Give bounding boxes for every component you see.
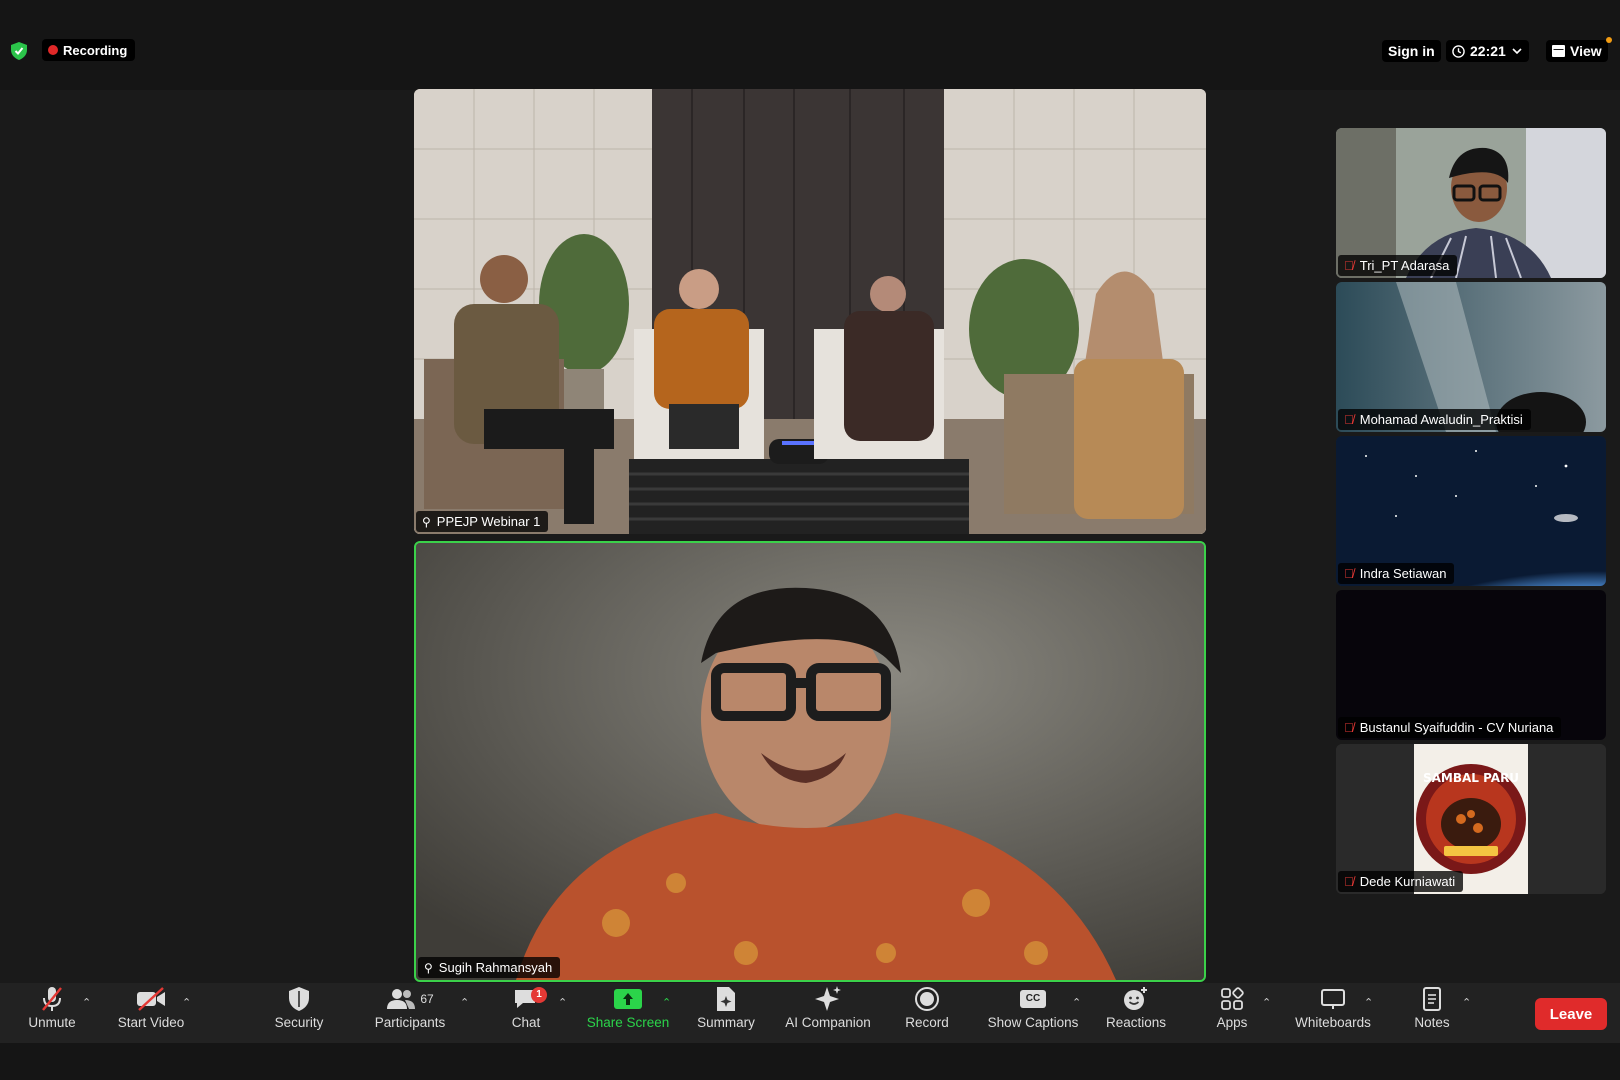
clock-icon xyxy=(1452,44,1465,58)
video-off-icon xyxy=(137,987,165,1011)
participants-options-chevron-icon[interactable]: ⌃ xyxy=(460,996,469,1009)
record-icon xyxy=(915,987,939,1011)
meeting-time: 22:21 xyxy=(1470,43,1506,59)
notes-label: Notes xyxy=(1414,1015,1450,1030)
record-label: Record xyxy=(905,1015,949,1030)
summary-label: Summary xyxy=(697,1015,755,1030)
show-captions-button[interactable]: CC Show Captions xyxy=(984,984,1082,1042)
muted-microphone-icon xyxy=(42,987,62,1011)
video-options-chevron-icon[interactable]: ⌃ xyxy=(182,996,191,1009)
muted-mic-icon: 🎙̸ xyxy=(1344,874,1354,889)
reactions-emoji-icon xyxy=(1124,987,1147,1010)
muted-mic-icon: 🎙̸ xyxy=(1344,412,1354,427)
record-button[interactable]: Record xyxy=(902,984,952,1042)
video-tile-ppejp-webinar[interactable]: ⚲ PPEJP Webinar 1 xyxy=(414,89,1206,534)
apps-label: Apps xyxy=(1216,1015,1248,1030)
chevron-down-icon[interactable] xyxy=(1511,45,1523,57)
notes-button[interactable]: Notes xyxy=(1412,984,1452,1042)
participant-name: Mohamad Awaludin_Praktisi xyxy=(1359,412,1523,427)
captions-options-chevron-icon[interactable]: ⌃ xyxy=(1072,996,1081,1009)
reactions-button[interactable]: Reactions xyxy=(1102,984,1170,1042)
show-captions-label: Show Captions xyxy=(987,1015,1079,1030)
share-screen-button[interactable]: Share Screen xyxy=(584,984,672,1042)
participants-label: Participants xyxy=(374,1015,446,1030)
audio-options-chevron-icon[interactable]: ⌃ xyxy=(82,996,91,1009)
recording-indicator[interactable]: Recording xyxy=(42,39,136,61)
participant-name-tag: 🎙̸ Bustanul Syaifuddin - CV Nuriana xyxy=(1338,717,1562,738)
pin-icon: ⚲ xyxy=(422,514,431,529)
view-button[interactable]: View xyxy=(1546,40,1608,62)
reactions-label: Reactions xyxy=(1105,1015,1167,1030)
notes-icon xyxy=(1423,987,1441,1011)
unmute-button[interactable]: Unmute xyxy=(24,984,80,1042)
unmute-label: Unmute xyxy=(28,1015,76,1030)
chat-options-chevron-icon[interactable]: ⌃ xyxy=(558,996,567,1009)
recording-dot-icon xyxy=(48,45,58,55)
participant-name-tag: 🎙̸ Mohamad Awaludin_Praktisi xyxy=(1338,409,1531,430)
muted-mic-icon: 🎙̸ xyxy=(1344,258,1354,273)
participant-tile[interactable]: 🎙̸ Mohamad Awaludin_Praktisi xyxy=(1336,282,1606,432)
share-screen-label: Share Screen xyxy=(586,1015,670,1030)
closed-captions-icon: CC xyxy=(1020,990,1046,1008)
participant-tile[interactable]: SAMBAL PARU 🎙̸ Dede Kurniawati xyxy=(1336,744,1606,894)
sign-in-button[interactable]: Sign in xyxy=(1382,40,1441,62)
summary-icon xyxy=(717,987,735,1011)
view-label: View xyxy=(1570,43,1602,59)
avatar-logo-text: SAMBAL PARU xyxy=(1423,771,1519,785)
apps-icon xyxy=(1221,987,1244,1010)
encryption-shield-icon[interactable] xyxy=(11,42,27,60)
participants-icon xyxy=(387,989,416,1009)
whiteboard-icon xyxy=(1321,989,1345,1009)
speaker-video-feed xyxy=(416,543,1204,980)
ai-companion-button[interactable]: AI Companion xyxy=(780,984,876,1042)
share-screen-icon xyxy=(614,989,642,1009)
video-tile-name-tag: ⚲ PPEJP Webinar 1 xyxy=(416,511,549,532)
room-video-feed xyxy=(414,89,1206,534)
security-button[interactable]: Security xyxy=(270,984,328,1042)
security-shield-icon xyxy=(289,987,309,1011)
meeting-timer[interactable]: 22:21 xyxy=(1446,40,1529,62)
start-video-label: Start Video xyxy=(117,1015,185,1030)
notes-options-chevron-icon[interactable]: ⌃ xyxy=(1462,996,1471,1009)
pin-icon: ⚲ xyxy=(424,960,433,975)
participants-button[interactable]: 67 Participants xyxy=(368,984,452,1042)
whiteboards-label: Whiteboards xyxy=(1295,1015,1371,1030)
grid-view-icon xyxy=(1552,45,1565,57)
participant-tile[interactable]: 🎙̸ Tri_PT Adarasa xyxy=(1336,128,1606,278)
participant-name: Sugih Rahmansyah xyxy=(438,960,553,975)
participant-name: Tri_PT Adarasa xyxy=(1359,258,1450,273)
chat-label: Chat xyxy=(511,1015,541,1030)
leave-button[interactable]: Leave xyxy=(1535,998,1607,1030)
apps-options-chevron-icon[interactable]: ⌃ xyxy=(1262,996,1271,1009)
video-tile-active-speaker[interactable]: ⚲ Sugih Rahmansyah xyxy=(414,541,1206,982)
participant-name-tag: 🎙̸ Dede Kurniawati xyxy=(1338,871,1464,892)
video-tile-name-tag: ⚲ Sugih Rahmansyah xyxy=(418,957,561,978)
participant-name: PPEJP Webinar 1 xyxy=(436,514,541,529)
ai-companion-label: AI Companion xyxy=(785,1015,871,1030)
muted-mic-icon: 🎙̸ xyxy=(1344,720,1354,735)
whiteboards-button[interactable]: Whiteboards xyxy=(1290,984,1376,1042)
ai-sparkle-icon xyxy=(815,986,841,1011)
recording-label: Recording xyxy=(63,42,128,58)
participant-name: Indra Setiawan xyxy=(1359,566,1447,581)
participants-count: 67 xyxy=(420,992,434,1006)
security-label: Security xyxy=(274,1015,324,1030)
muted-mic-icon: 🎙̸ xyxy=(1344,566,1354,581)
share-options-chevron-icon[interactable]: ⌃ xyxy=(662,996,671,1009)
summary-button[interactable]: Summary xyxy=(694,984,758,1042)
participant-name: Dede Kurniawati xyxy=(1359,874,1456,889)
participant-tile[interactable]: 🎙̸ Bustanul Syaifuddin - CV Nuriana xyxy=(1336,590,1606,740)
chat-unread-badge: 1 xyxy=(531,987,547,1003)
bottom-strip xyxy=(0,1043,1620,1080)
participant-tile[interactable]: 🎙̸ Indra Setiawan xyxy=(1336,436,1606,586)
notification-dot xyxy=(1606,37,1612,43)
apps-button[interactable]: Apps xyxy=(1214,984,1250,1042)
whiteboards-options-chevron-icon[interactable]: ⌃ xyxy=(1364,996,1373,1009)
top-bar xyxy=(0,0,1620,90)
participant-name-tag: 🎙̸ Indra Setiawan xyxy=(1338,563,1455,584)
participant-name-tag: 🎙̸ Tri_PT Adarasa xyxy=(1338,255,1458,276)
start-video-button[interactable]: Start Video xyxy=(114,984,188,1042)
participant-name: Bustanul Syaifuddin - CV Nuriana xyxy=(1359,720,1554,735)
